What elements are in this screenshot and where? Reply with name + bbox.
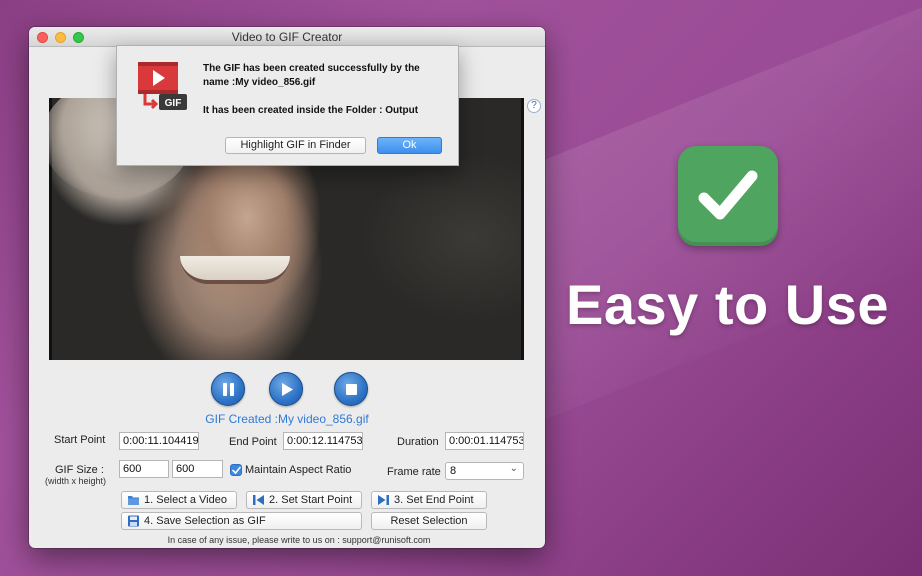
- alert-message: The GIF has been created successfully by…: [203, 62, 448, 132]
- checkmark-icon: [232, 466, 241, 475]
- video-to-gif-app-icon: GIF: [138, 62, 187, 110]
- highlight-in-finder-button[interactable]: Highlight GIF in Finder: [225, 137, 366, 154]
- title-bar: Video to GIF Creator: [29, 27, 545, 47]
- help-button[interactable]: ?: [527, 99, 541, 113]
- ok-button[interactable]: Ok: [377, 137, 442, 154]
- save-selection-label: 4. Save Selection as GIF: [144, 515, 266, 527]
- save-selection-button[interactable]: 4. Save Selection as GIF: [121, 512, 362, 530]
- folder-icon: [128, 496, 139, 505]
- alert-message-line2: It has been created inside the Folder : …: [203, 105, 419, 116]
- end-point-field[interactable]: 0:00:12.114753: [283, 432, 363, 450]
- set-end-point-label: 3. Set End Point: [394, 494, 474, 506]
- success-alert-dialog: GIF The GIF has been created successfull…: [116, 45, 459, 166]
- maintain-aspect-label[interactable]: Maintain Aspect Ratio: [245, 464, 351, 476]
- gif-height-field[interactable]: 600: [172, 460, 223, 478]
- window-title: Video to GIF Creator: [231, 30, 343, 44]
- end-point-label: End Point: [229, 436, 277, 448]
- frame-rate-value: 8: [450, 465, 457, 477]
- promo-title: Easy to Use: [566, 273, 889, 336]
- reset-selection-label: Reset Selection: [390, 515, 468, 527]
- support-note: In case of any issue, please write to us…: [167, 535, 431, 545]
- stop-button[interactable]: [334, 372, 368, 406]
- set-start-point-label: 2. Set Start Point: [269, 494, 353, 506]
- chevron-down-icon: ⌄: [509, 463, 518, 474]
- gif-size-label: GIF Size :: [55, 464, 104, 476]
- gif-width-field[interactable]: 600: [119, 460, 169, 478]
- frame-rate-select[interactable]: 8 ⌄: [445, 462, 524, 480]
- reset-selection-button[interactable]: Reset Selection: [371, 512, 487, 530]
- pause-button[interactable]: [211, 372, 245, 406]
- select-video-button[interactable]: 1. Select a Video: [121, 491, 237, 509]
- status-text: GIF Created :My video_856.gif: [205, 412, 369, 426]
- set-start-point-button[interactable]: 2. Set Start Point: [246, 491, 362, 509]
- play-icon: [282, 383, 293, 396]
- play-button[interactable]: [269, 372, 303, 406]
- floppy-disk-icon: [128, 515, 139, 527]
- gif-badge-text: GIF: [165, 98, 182, 109]
- set-start-icon: [253, 495, 264, 505]
- maintain-aspect-checkbox[interactable]: [230, 464, 242, 476]
- checkmark-icon: [698, 170, 758, 220]
- alert-message-line1: The GIF has been created successfully by…: [203, 63, 420, 88]
- start-point-field[interactable]: 0:00:11.104419: [119, 432, 199, 450]
- set-end-point-button[interactable]: 3. Set End Point: [371, 491, 487, 509]
- checkmark-badge: [678, 146, 778, 246]
- set-end-icon: [378, 495, 389, 505]
- duration-field: 0:00:01.114753: [445, 432, 524, 450]
- frame-rate-label: Frame rate: [387, 466, 441, 478]
- duration-label: Duration: [397, 436, 439, 448]
- start-point-label: Start Point: [54, 434, 106, 446]
- stop-icon: [346, 384, 357, 395]
- pause-icon: [223, 383, 234, 396]
- gif-size-sublabel: (width x height): [45, 476, 107, 486]
- select-video-label: 1. Select a Video: [144, 494, 227, 506]
- video-smile: [180, 256, 290, 284]
